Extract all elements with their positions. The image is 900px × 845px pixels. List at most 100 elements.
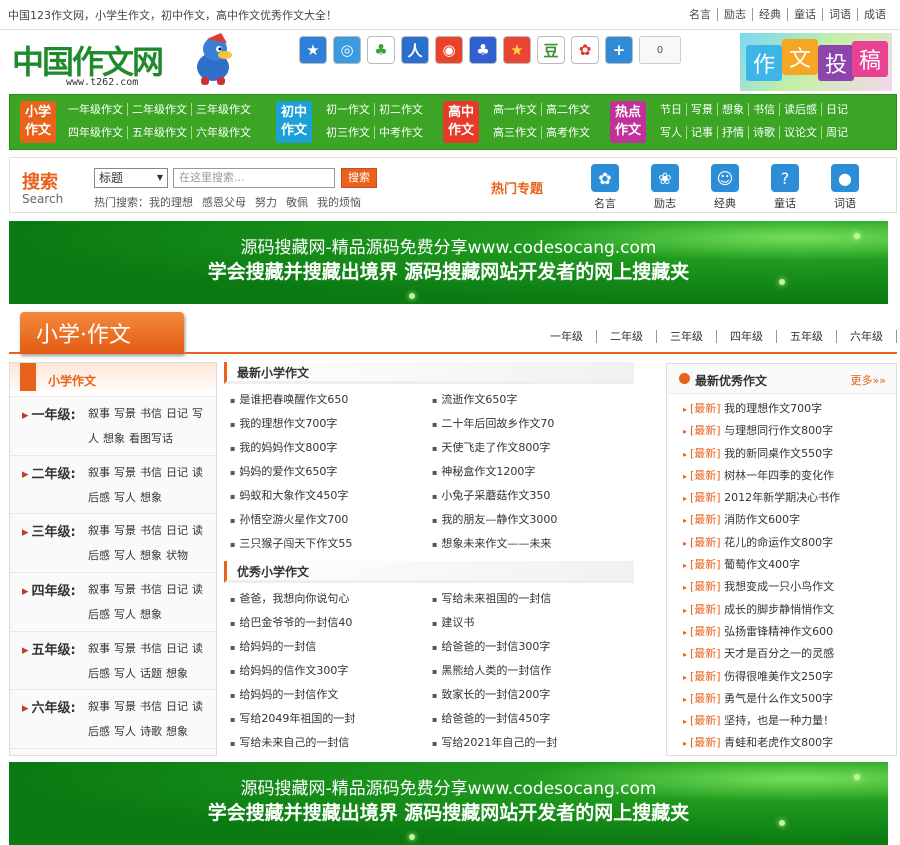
grade-link[interactable]: 叙事 — [88, 466, 110, 479]
grade-link[interactable]: 日记 — [166, 583, 188, 596]
item-title[interactable]: 消防作文600字 — [724, 513, 800, 526]
list-item[interactable]: 给爸爸的一封信450字 — [432, 707, 634, 731]
grade-link[interactable]: 叙事 — [88, 642, 110, 655]
list-item[interactable]: 孙悟空游火星作文700 — [230, 508, 432, 532]
nav-grade1[interactable]: 一年级作文 — [68, 103, 127, 116]
list-item[interactable]: 神秘盒作文1200字 — [432, 460, 634, 484]
nav-tag-chuzhong[interactable]: 初中 作文 — [276, 101, 312, 143]
item-title[interactable]: 天才是百分之一的灵感 — [724, 647, 834, 660]
list-item[interactable]: [最新] 我的理想作文700字 — [683, 398, 896, 420]
item-title[interactable]: 弘扬雷锋精神作文600 — [724, 625, 833, 638]
grade-link[interactable]: 日记 — [166, 642, 188, 655]
grade-link[interactable]: 想象 — [140, 608, 162, 621]
renren-icon[interactable]: 人 — [401, 36, 429, 64]
nav-riji[interactable]: 日记 — [821, 103, 852, 116]
grade-name[interactable]: 一年级: — [22, 404, 76, 423]
nav-tag-xiaoxue[interactable]: 小学 作文 — [20, 101, 56, 143]
grade-link[interactable]: 写人 — [114, 491, 136, 504]
grade-link[interactable]: 书信 — [140, 407, 162, 420]
nav-chu1[interactable]: 初一作文 — [326, 103, 374, 116]
grade-link[interactable]: 话题 — [140, 667, 162, 680]
list-item[interactable]: 写给2021年自己的一封 — [432, 731, 634, 755]
grade-link[interactable]: 写景 — [114, 407, 136, 420]
list-item[interactable]: 我的理想作文700字 — [230, 412, 432, 436]
nav-tag-gaozhong[interactable]: 高中 作文 — [443, 101, 479, 143]
grade-link[interactable]: 写人 — [114, 667, 136, 680]
kaixin-icon[interactable]: ✿ — [571, 36, 599, 64]
list-item[interactable]: [最新] 葡萄作文400字 — [683, 554, 896, 576]
list-item[interactable]: 爸爸，我想向你说句心 — [230, 587, 432, 611]
list-item[interactable]: 蚂蚁和大象作文450字 — [230, 484, 432, 508]
grade-link[interactable]: 书信 — [140, 466, 162, 479]
list-item[interactable]: 建议书 — [432, 611, 634, 635]
grade-link[interactable]: 想象 — [166, 725, 188, 738]
grade-link[interactable]: 诗歌 — [140, 725, 162, 738]
star-icon[interactable]: ★ — [503, 36, 531, 64]
grade-link[interactable]: 想象 — [103, 432, 125, 445]
topic-mingyan[interactable]: ✿ 名言 — [583, 164, 627, 211]
grade-link[interactable]: 想象 — [140, 491, 162, 504]
list-item[interactable]: 给巴金爷爷的一封信40 — [230, 611, 432, 635]
item-title[interactable]: 与理想同行作文800字 — [724, 424, 833, 437]
grade-link[interactable]: 日记 — [166, 407, 188, 420]
nav-gaokao[interactable]: 高考作文 — [541, 126, 594, 139]
list-item[interactable]: [最新] 勇气是什么作文500字 — [683, 688, 896, 710]
nav-grade4[interactable]: 四年级作文 — [68, 126, 127, 139]
grade-name[interactable]: 五年级: — [22, 639, 76, 658]
topic-jingdian[interactable]: ☺ 经典 — [703, 164, 747, 211]
list-item[interactable]: [最新] 2012年新学期决心书作 — [683, 487, 896, 509]
list-item[interactable]: 我的朋友—静作文3000 — [432, 508, 634, 532]
grade-link[interactable]: 叙事 — [88, 524, 110, 537]
list-item[interactable]: 写给未来祖国的一封信 — [432, 587, 634, 611]
item-title[interactable]: 葡萄作文400字 — [724, 558, 800, 571]
section-grade-link[interactable]: 四年级 — [717, 330, 777, 343]
item-title[interactable]: 我的理想作文700字 — [724, 402, 822, 415]
grade-link[interactable]: 写人 — [114, 725, 136, 738]
grade-link[interactable]: 书信 — [140, 524, 162, 537]
grade-link[interactable]: 写景 — [114, 524, 136, 537]
section-grade-link[interactable]: 五年级 — [777, 330, 837, 343]
item-title[interactable]: 我的新同桌作文550字 — [724, 447, 833, 460]
grade-name[interactable]: 六年级: — [22, 697, 76, 716]
grade-link[interactable]: 日记 — [166, 466, 188, 479]
section-grade-link[interactable]: 一年级 — [537, 330, 597, 343]
grade-link[interactable]: 写人 — [114, 608, 136, 621]
nav-jishi[interactable]: 记事 — [686, 126, 717, 139]
nav-gao2[interactable]: 高二作文 — [541, 103, 594, 116]
list-item[interactable]: 致家长的一封信200字 — [432, 683, 634, 707]
item-title[interactable]: 伤得很唯美作文250字 — [724, 670, 833, 683]
top-link-chengyu[interactable]: 成语 — [857, 8, 892, 21]
grade-link[interactable]: 叙事 — [88, 583, 110, 596]
list-item[interactable]: 给妈妈的一封信作文 — [230, 683, 432, 707]
hot-keyword[interactable]: 努力 — [255, 196, 277, 209]
search-type-select[interactable]: 标题 — [94, 168, 168, 188]
nav-grade2[interactable]: 二年级作文 — [127, 103, 191, 116]
list-item[interactable]: [最新] 弘扬雷锋精神作文600 — [683, 621, 896, 643]
list-item[interactable]: 天使飞走了作文800字 — [432, 436, 634, 460]
list-item[interactable]: 二十年后回故乡作文70 — [432, 412, 634, 436]
nav-duhougan[interactable]: 读后感 — [779, 103, 821, 116]
grade-link[interactable]: 叙事 — [88, 700, 110, 713]
list-item[interactable]: 写给未来自己的一封信 — [230, 731, 432, 755]
grade-link[interactable]: 写景 — [114, 700, 136, 713]
grade-link[interactable]: 日记 — [166, 524, 188, 537]
search-button[interactable]: 搜索 — [341, 168, 377, 188]
grade-link[interactable]: 书信 — [140, 700, 162, 713]
item-title[interactable]: 树林一年四季的变化作 — [724, 469, 834, 482]
nav-shuqing[interactable]: 抒情 — [717, 126, 748, 139]
nav-zhouji[interactable]: 周记 — [821, 126, 852, 139]
grade-name[interactable]: 二年级: — [22, 463, 76, 482]
topic-tonghua[interactable]: ? 童话 — [763, 164, 807, 211]
list-item[interactable]: 妈妈的爱作文650字 — [230, 460, 432, 484]
grade-link[interactable]: 想象 — [166, 667, 188, 680]
grade-link[interactable]: 叙事 — [88, 407, 110, 420]
list-item[interactable]: 三只猴子闯天下作文55 — [230, 532, 432, 556]
nav-shige[interactable]: 诗歌 — [748, 126, 779, 139]
nav-gao3[interactable]: 高三作文 — [493, 126, 541, 139]
list-item[interactable]: 流逝作文650字 — [432, 388, 634, 412]
top-link-lizhi[interactable]: 励志 — [717, 8, 752, 21]
submit-essay-banner[interactable]: 作 文 投 稿 — [740, 33, 892, 91]
grade-link[interactable]: 写景 — [114, 583, 136, 596]
nav-gao1[interactable]: 高一作文 — [493, 103, 541, 116]
ad-banner-bottom[interactable]: 源码搜藏网-精品源码免费分享www.codesocang.com 学会搜藏并搜藏… — [9, 762, 888, 845]
